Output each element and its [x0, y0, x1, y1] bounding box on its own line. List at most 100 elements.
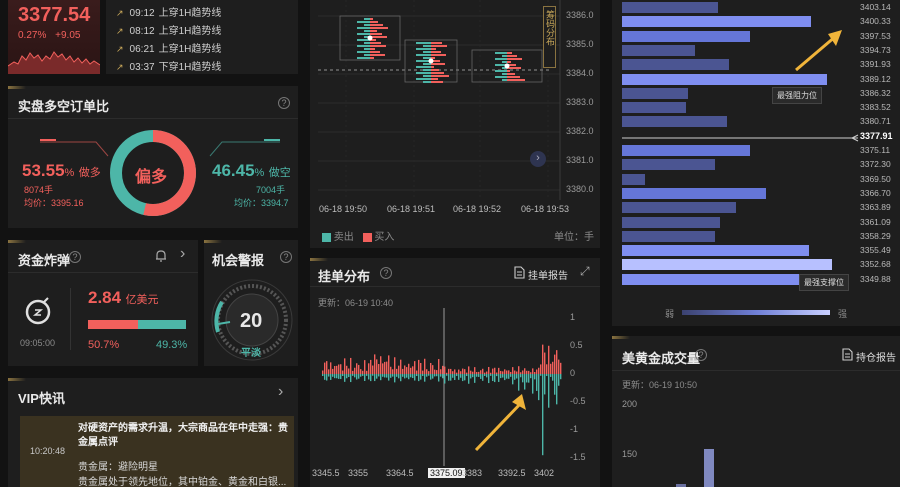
chip-price-dot: [504, 63, 510, 69]
order-bid-bar: [358, 364, 360, 374]
order-ask-bar: [356, 374, 358, 380]
depth-price: 3380.71: [860, 116, 891, 127]
depth-bar: [622, 102, 686, 114]
help-icon[interactable]: ?: [69, 251, 81, 263]
order-bid-bar: [552, 361, 554, 374]
order-ask-bar: [438, 374, 440, 382]
chip-sell-bar: [495, 58, 507, 60]
gold-volume-bar: [704, 449, 714, 487]
order-bid-bar: [444, 366, 446, 374]
chevron-right-icon[interactable]: ›: [180, 245, 185, 263]
order-bid-bar: [396, 368, 398, 374]
order-bid-bar: [546, 364, 548, 374]
order-bid-bar: [326, 361, 328, 374]
order-bid-bar: [366, 370, 368, 374]
fund-bomb-amount: 2.84: [88, 288, 122, 307]
chip-y-tick: 3383.0: [566, 97, 594, 107]
fund-bomb-right-pct: 49.3%: [156, 339, 188, 351]
order-bid-bar: [322, 370, 324, 374]
order-ask-bar: [406, 374, 408, 378]
help-icon[interactable]: ?: [380, 267, 392, 279]
order-ask-bar: [456, 374, 458, 376]
chip-buy-bar: [507, 61, 511, 63]
depth-ladder-panel: 3403.14 3400.33 3397.53 3394.73 3391.93 3389.…: [612, 0, 900, 326]
order-bid-bar: [456, 372, 458, 374]
order-x-tick: 3364.5: [386, 468, 414, 478]
chip-sell-bar: [423, 63, 431, 65]
order-bid-bar: [466, 372, 468, 374]
document-icon[interactable]: [514, 266, 525, 279]
vip-news-panel: VIP快讯 › 10:20:48 对硬资产的需求升温，大宗商品在年中走强：贵金属…: [8, 378, 298, 487]
order-bid-bar: [462, 368, 464, 374]
chip-sell-bar: [364, 54, 370, 56]
vip-news-card[interactable]: 10:20:48 对硬资产的需求升温，大宗商品在年中走强：贵金属点评 贵金属：避…: [20, 416, 294, 487]
order-ask-bar: [520, 374, 522, 378]
order-bid-bar: [498, 367, 500, 374]
bell-icon[interactable]: [154, 249, 168, 263]
order-bid-bar: [478, 371, 480, 374]
help-icon[interactable]: ?: [695, 349, 707, 361]
order-bid-bar: [460, 371, 462, 374]
gold-report-link[interactable]: 持仓报告: [856, 349, 896, 364]
legend-sell-swatch: [322, 232, 331, 242]
order-bid-bar: [438, 359, 440, 374]
chip-side-tab[interactable]: 筹码分布: [543, 6, 556, 68]
long-pct: 53.55: [22, 161, 65, 180]
chip-y-tick: 3382.0: [566, 126, 594, 136]
order-ask-bar: [530, 374, 532, 379]
order-bid-bar: [548, 345, 550, 374]
depth-price: 3375.11: [860, 145, 891, 155]
chip-buy-bar: [370, 24, 383, 26]
fund-bomb-bar: [88, 320, 186, 329]
chip-buy-bar: [507, 76, 520, 78]
order-ask-bar: [478, 374, 480, 377]
order-ask-bar: [378, 374, 380, 377]
chip-unit: 单位：手: [554, 232, 594, 243]
order-ask-bar: [558, 374, 560, 386]
order-bid-bar: [492, 368, 494, 374]
price-card[interactable]: 3377.54 0.27% +9.05: [8, 0, 100, 74]
order-ask-bar: [362, 374, 364, 376]
order-bid-bar: [324, 362, 326, 374]
chip-sell-bar: [502, 61, 507, 63]
chip-buy-bar: [507, 79, 525, 81]
short-avg: 均价：3394.7: [234, 198, 289, 208]
annotation-arrow: [795, 30, 842, 72]
chip-sell-bar: [423, 45, 431, 47]
chip-sell-bar: [416, 72, 431, 74]
expand-icon[interactable]: ⤢: [580, 264, 590, 279]
order-bid-bar: [454, 369, 456, 374]
trend-alerts-list: ↗ 09:12 上穿1H趋势线 ↗ 08:12 上穿1H趋势线 ↗ 06:21 上穿1H趋势线 ↗…: [106, 0, 298, 74]
order-report-link[interactable]: 挂单报告: [528, 267, 568, 282]
order-ask-bar: [404, 374, 406, 379]
vip-news-line2: 贵金属处于领先地位，其中铂金、黄金和白银...: [78, 477, 287, 487]
depth-price: 3391.93: [860, 59, 891, 70]
document-icon[interactable]: [842, 348, 853, 361]
order-ask-bar: [330, 374, 332, 380]
order-bid-bar: [352, 370, 354, 374]
order-ask-bar: [480, 374, 482, 379]
annotation-arrow: [474, 394, 526, 452]
long-pct-sign: %: [64, 167, 75, 179]
order-ask-bar: [442, 374, 444, 379]
short-qty: 7004手: [256, 185, 286, 195]
chevron-right-icon[interactable]: ›: [278, 383, 283, 401]
order-bid-bar: [516, 371, 518, 374]
help-icon[interactable]: ?: [280, 251, 292, 263]
chip-sell-bar: [416, 42, 431, 44]
depth-bar: [622, 259, 832, 271]
depth-bar: [622, 2, 718, 13]
fund-bomb-panel: 资金炸弹 ? › 09:05:00 2.84 亿美元 50.7% 49.3%: [8, 240, 198, 366]
chip-sell-bar: [364, 30, 370, 32]
order-ask-bar: [466, 374, 468, 376]
fund-bomb-title: 资金炸弹: [18, 253, 71, 268]
help-icon[interactable]: ?: [278, 97, 290, 109]
order-ask-bar: [414, 374, 416, 381]
short-pct: 46.45: [212, 161, 255, 180]
order-ask-bar: [444, 374, 446, 384]
chip-price-dot: [428, 58, 434, 64]
price-change: +9.05: [55, 30, 81, 41]
depth-bar: [622, 245, 809, 257]
order-ask-bar: [436, 374, 438, 377]
chip-nav-button[interactable]: ›: [530, 151, 546, 167]
